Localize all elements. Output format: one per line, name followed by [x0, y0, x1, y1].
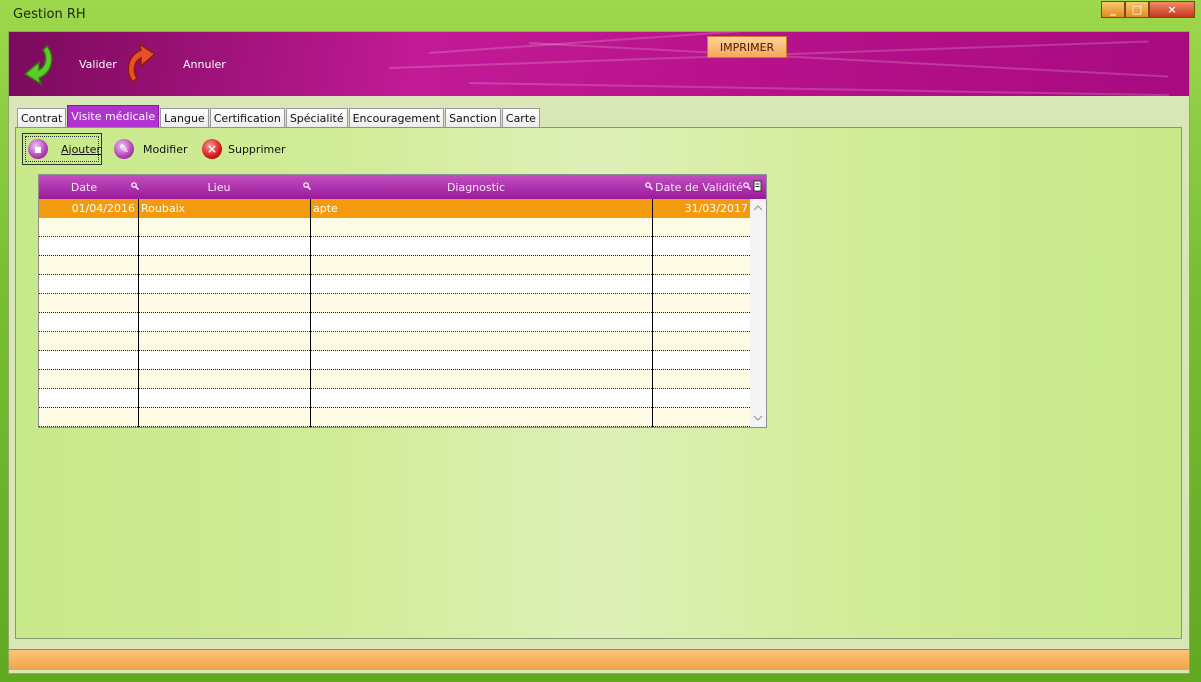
tab-encouragement[interactable]: Encouragement: [348, 108, 445, 127]
add-record-icon: ▪: [28, 139, 48, 159]
maximize-button[interactable]: □: [1125, 1, 1149, 18]
tab-certification[interactable]: Certification: [209, 108, 285, 127]
window-controls: _ □ ×: [1101, 1, 1195, 18]
table-scrollbar[interactable]: [750, 199, 766, 427]
tab-panel-visite-medicale: ▪ Ajouter ✎ Modifier × Supprimer Date Li…: [15, 127, 1182, 639]
column-search-icon[interactable]: [303, 182, 311, 190]
tab-langue[interactable]: Langue: [160, 108, 209, 127]
validate-tool[interactable]: Valider: [17, 42, 117, 86]
table-row[interactable]: [39, 389, 750, 408]
validate-label[interactable]: Valider: [79, 58, 117, 71]
cell-date[interactable]: 01/04/2016: [39, 199, 137, 218]
delete-label[interactable]: Supprimer: [228, 143, 286, 156]
table-row[interactable]: [39, 237, 750, 256]
table-row[interactable]: [39, 275, 750, 294]
minimize-button[interactable]: _: [1101, 1, 1125, 18]
tab-contrat[interactable]: Contrat: [17, 108, 67, 127]
title-bar: Gestion RH _ □ ×: [0, 0, 1201, 30]
print-button[interactable]: IMPRIMER: [707, 36, 787, 58]
cancel-label[interactable]: Annuler: [183, 58, 226, 71]
tab-sanction[interactable]: Sanction: [445, 108, 501, 127]
cell-diagnostic[interactable]: apte: [311, 199, 651, 218]
column-header-date-validite[interactable]: Date de Validité: [655, 175, 743, 199]
scroll-up-icon[interactable]: [753, 205, 763, 211]
close-button[interactable]: ×: [1149, 1, 1195, 18]
visits-table: Date Lieu Diagnostic Date de Validité 01…: [38, 174, 767, 428]
column-search-icon[interactable]: [131, 182, 139, 190]
edit-label[interactable]: Modifier: [143, 143, 187, 156]
column-divider: [652, 199, 653, 427]
column-search-icon[interactable]: [743, 182, 751, 190]
column-divider: [310, 199, 311, 427]
column-divider: [138, 199, 139, 427]
table-row[interactable]: [39, 218, 750, 237]
add-label[interactable]: Ajouter: [61, 143, 101, 156]
column-header-date[interactable]: Date: [39, 175, 129, 199]
tab-visite-medicale[interactable]: Visite médicale: [67, 105, 160, 127]
delete-button[interactable]: × Supprimer: [202, 134, 286, 164]
table-options-icon[interactable]: [753, 180, 762, 192]
column-search-icon[interactable]: [645, 182, 653, 190]
table-row[interactable]: [39, 313, 750, 332]
header-banner: Valider Annuler IMPRIMER: [9, 32, 1189, 96]
red-curved-arrow-icon: [127, 42, 157, 84]
table-row[interactable]: [39, 294, 750, 313]
table-header: Date Lieu Diagnostic Date de Validité: [39, 175, 766, 199]
tab-strip: Contrat Visite médicale Langue Certifica…: [17, 105, 541, 127]
table-row[interactable]: [39, 332, 750, 351]
status-bar: [9, 649, 1189, 670]
table-row[interactable]: 01/04/2016 Roubaix apte 31/03/2017: [39, 199, 750, 218]
table-body: 01/04/2016 Roubaix apte 31/03/2017: [39, 199, 750, 427]
application-window: Gestion RH _ □ × Valider Annuler IMPRIME…: [0, 0, 1201, 682]
table-row[interactable]: [39, 370, 750, 389]
window-title: Gestion RH: [13, 7, 86, 22]
edit-record-icon: ✎: [114, 139, 134, 159]
add-button[interactable]: ▪ Ajouter: [28, 134, 101, 164]
column-header-lieu[interactable]: Lieu: [139, 175, 299, 199]
table-row[interactable]: [39, 408, 750, 427]
cell-date-validite[interactable]: 31/03/2017: [653, 199, 750, 218]
client-area: Valider Annuler IMPRIMER Contrat Visite …: [8, 31, 1190, 674]
cancel-tool[interactable]: Annuler: [121, 42, 226, 86]
cell-lieu[interactable]: Roubaix: [139, 199, 309, 218]
column-header-diagnostic[interactable]: Diagnostic: [311, 175, 641, 199]
tab-carte[interactable]: Carte: [501, 108, 540, 127]
table-row[interactable]: [39, 256, 750, 275]
edit-button[interactable]: ✎ Modifier: [114, 134, 187, 164]
delete-x-icon: ×: [202, 139, 222, 159]
tab-specialite[interactable]: Spécialité: [285, 108, 348, 127]
table-row[interactable]: [39, 351, 750, 370]
scroll-down-icon[interactable]: [753, 415, 763, 421]
green-curved-arrow-icon: [23, 44, 53, 86]
